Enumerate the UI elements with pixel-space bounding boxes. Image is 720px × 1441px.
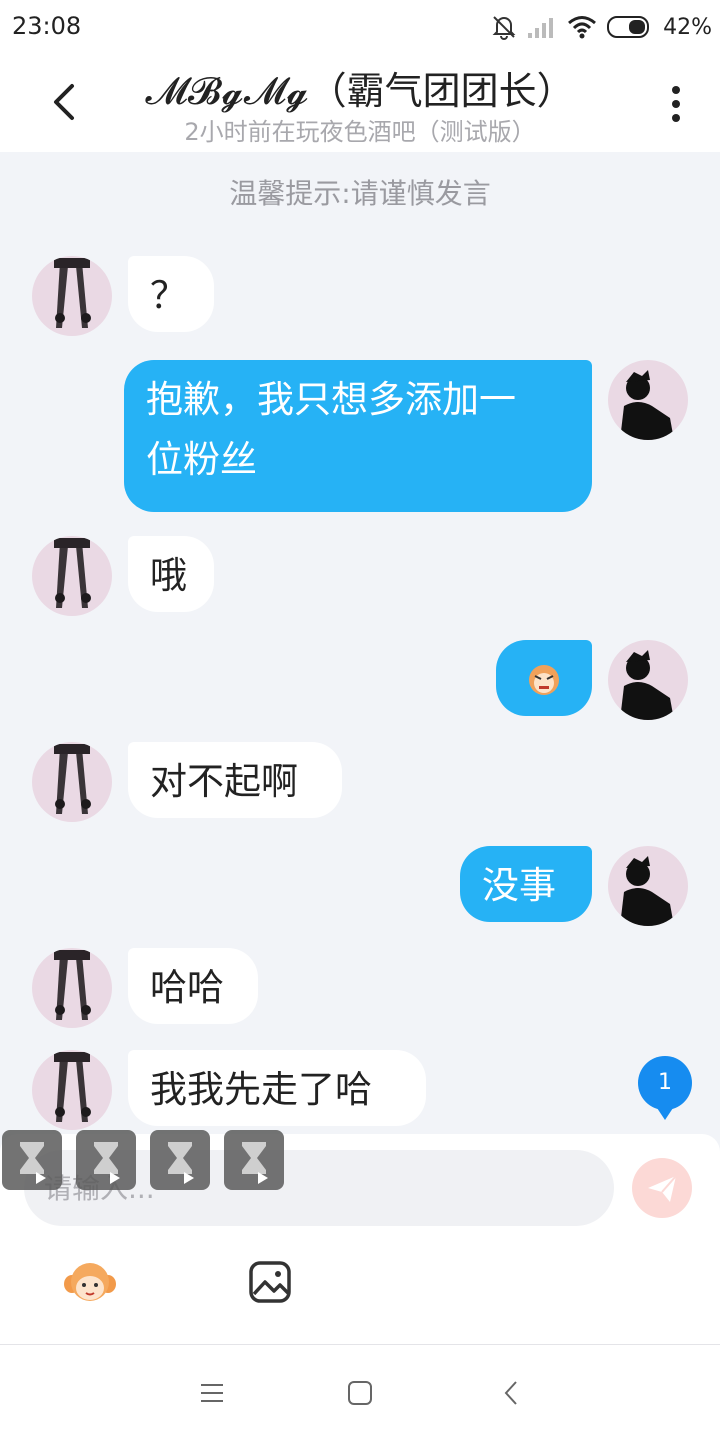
message-text: 哈哈 xyxy=(150,966,224,1009)
message-text: ？ xyxy=(150,274,187,317)
status-bar: 23:08 42% xyxy=(0,0,720,54)
image-picker-button[interactable] xyxy=(248,1260,292,1304)
emoji-sticker-button[interactable] xyxy=(62,1258,118,1306)
chat-subtitle: 2小时前在玩夜色酒吧（测试版） xyxy=(184,118,536,146)
message-text: 哦 xyxy=(150,554,187,597)
signal-icon xyxy=(528,18,554,38)
back-nav-icon[interactable] xyxy=(498,1379,526,1407)
self-avatar[interactable] xyxy=(608,846,688,926)
boy-silhouette-icon xyxy=(620,856,674,926)
message-bubble-in[interactable]: ？ xyxy=(128,256,214,332)
battery-icon xyxy=(607,16,650,38)
send-button[interactable] xyxy=(632,1158,692,1218)
message-bubble-in[interactable]: 我我先走了哈 xyxy=(128,1050,426,1126)
peer-avatar[interactable] xyxy=(32,742,112,822)
chat-header: 𝓜𝓑𝓰𝓜𝓰（霸气团团长） 2小时前在玩夜色酒吧（测试版） xyxy=(0,54,720,152)
boy-silhouette-icon xyxy=(620,650,674,720)
legs-figure-icon xyxy=(54,258,91,328)
system-nav-bar xyxy=(0,1344,720,1441)
hourglass-icon xyxy=(150,1130,210,1190)
self-avatar[interactable] xyxy=(608,640,688,720)
bell-off-icon xyxy=(492,16,516,40)
battery-percent: 42% xyxy=(663,14,712,40)
legs-figure-icon xyxy=(54,744,91,814)
peer-avatar[interactable] xyxy=(32,536,112,616)
menu-nav-icon[interactable] xyxy=(198,1379,226,1407)
peer-avatar[interactable] xyxy=(32,1050,112,1130)
message-text: 我我先走了哈 xyxy=(150,1068,372,1111)
paper-plane-icon xyxy=(648,1175,677,1202)
message-text-line: 抱歉，我只想多添加一 xyxy=(146,378,516,421)
self-avatar[interactable] xyxy=(608,360,688,440)
message-bubble-out[interactable]: 没事 xyxy=(460,846,592,922)
message-bubble-in[interactable]: 对不起啊 xyxy=(128,742,342,818)
message-text: 对不起啊 xyxy=(150,760,298,803)
unread-count-badge[interactable]: 1 xyxy=(638,1056,692,1120)
loading-overlay-row xyxy=(2,1130,284,1190)
legs-figure-icon xyxy=(54,950,91,1020)
hourglass-icon xyxy=(76,1130,136,1190)
message-text-line: 位粉丝 xyxy=(146,438,257,481)
message-bubble-in[interactable]: 哈哈 xyxy=(128,948,258,1024)
peer-avatar[interactable] xyxy=(32,256,112,336)
angry-monkey-emoji-icon xyxy=(529,665,559,695)
wifi-icon xyxy=(568,16,597,39)
peer-avatar[interactable] xyxy=(32,948,112,1028)
message-bubble-out[interactable] xyxy=(496,640,592,716)
hourglass-icon xyxy=(224,1130,284,1190)
message-bubble-in[interactable]: 哦 xyxy=(128,536,214,612)
legs-figure-icon xyxy=(54,1052,91,1122)
message-bubble-out[interactable]: 抱歉，我只想多添加一 位粉丝 xyxy=(124,360,592,512)
more-options-icon[interactable] xyxy=(662,82,690,126)
message-text: 没事 xyxy=(482,864,556,907)
hourglass-icon xyxy=(2,1130,62,1190)
home-nav-icon[interactable] xyxy=(346,1379,374,1407)
legs-figure-icon xyxy=(54,538,91,608)
status-time: 23:08 xyxy=(12,12,82,40)
chat-title: 𝓜𝓑𝓰𝓜𝓰（霸气团团长） xyxy=(145,69,575,113)
caution-tip: 温馨提示:请谨慎发言 xyxy=(229,177,491,210)
boy-silhouette-icon xyxy=(620,370,674,440)
